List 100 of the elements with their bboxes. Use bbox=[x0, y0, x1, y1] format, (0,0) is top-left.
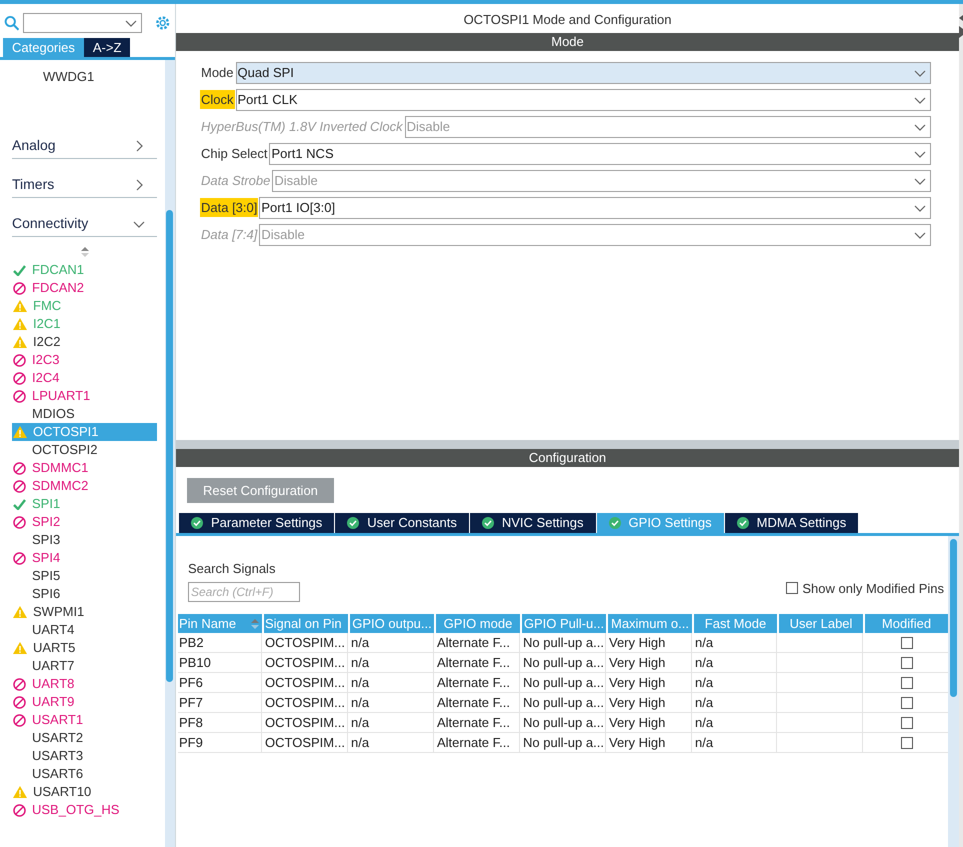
table-cell: Very High bbox=[608, 733, 692, 752]
warning-icon bbox=[13, 336, 27, 348]
table-cell: n/a bbox=[350, 713, 434, 732]
search-field[interactable]: Search (Ctrl+F) bbox=[188, 582, 300, 602]
column-header[interactable]: GPIO outpu... bbox=[350, 614, 434, 633]
sidebar-tab[interactable]: A->Z bbox=[84, 38, 130, 57]
peripheral-item[interactable]: LPUART1 bbox=[12, 387, 157, 405]
checkbox[interactable] bbox=[900, 656, 912, 668]
check-circle-icon bbox=[191, 517, 203, 529]
peripheral-item[interactable]: SPI1 bbox=[12, 495, 157, 513]
column-header[interactable]: Fast Mode bbox=[694, 614, 777, 633]
blocked-icon bbox=[13, 516, 26, 528]
table-cell: OCTOSPIM... bbox=[264, 633, 348, 652]
blocked-icon bbox=[13, 552, 26, 564]
table-cell: PF6 bbox=[178, 673, 262, 692]
dropdown-field[interactable]: Port1 NCS bbox=[269, 142, 931, 164]
settings-icon[interactable] bbox=[154, 14, 172, 32]
field-label: HyperBus(TM) 1.8V Inverted Clock bbox=[200, 118, 404, 136]
peripheral-item[interactable]: USART2 bbox=[12, 729, 157, 747]
peripheral-item[interactable]: USB_OTG_HS bbox=[12, 801, 157, 819]
checkbox[interactable] bbox=[786, 582, 798, 594]
dropdown-field[interactable]: Port1 CLK bbox=[236, 88, 931, 110]
warning-icon bbox=[13, 786, 27, 798]
peripheral-item[interactable]: OCTOSPI2 bbox=[12, 441, 157, 459]
table-cell: n/a bbox=[350, 673, 434, 692]
config-tab[interactable]: MDMA Settings bbox=[724, 513, 858, 533]
peripheral-item[interactable]: UART5 bbox=[12, 639, 157, 657]
blocked-icon bbox=[13, 372, 26, 384]
column-header[interactable]: Maximum o... bbox=[608, 614, 692, 633]
search-icon[interactable] bbox=[4, 15, 20, 31]
config-tab[interactable]: Parameter Settings bbox=[179, 513, 334, 533]
sidebar-tab[interactable]: Categories bbox=[3, 38, 84, 57]
checkbox[interactable] bbox=[900, 696, 912, 708]
checkbox[interactable] bbox=[900, 676, 912, 688]
peripheral-item[interactable]: I2C2 bbox=[12, 333, 157, 351]
category-header[interactable]: Connectivity bbox=[12, 211, 157, 237]
sort-icon[interactable] bbox=[80, 247, 88, 257]
config-tab[interactable]: NVIC Settings bbox=[470, 513, 596, 533]
category-header[interactable]: Timers bbox=[12, 172, 157, 198]
field-label: Data [7:4] bbox=[200, 226, 258, 244]
reset-configuration-button[interactable]: Reset Configuration bbox=[187, 478, 334, 503]
peripheral-item[interactable]: USART6 bbox=[12, 765, 157, 783]
table-cell: No pull-up a... bbox=[522, 633, 606, 652]
table-cell: Alternate F... bbox=[436, 713, 520, 732]
category-header[interactable]: Analog bbox=[12, 133, 157, 159]
warning-icon bbox=[13, 606, 27, 618]
peripheral-item[interactable]: SDMMC2 bbox=[12, 477, 157, 495]
search-field[interactable] bbox=[23, 13, 142, 33]
column-header[interactable]: GPIO Pull-u... bbox=[522, 614, 606, 633]
table-cell: n/a bbox=[694, 673, 777, 692]
checkbox-label: Show only Modified Pins bbox=[802, 580, 944, 598]
peripheral-item[interactable]: MDIOS bbox=[12, 405, 157, 423]
table-cell: No pull-up a... bbox=[522, 713, 606, 732]
checkbox[interactable] bbox=[900, 636, 912, 648]
dropdown-field[interactable]: Port1 IO[3:0] bbox=[259, 196, 931, 218]
table-cell: n/a bbox=[350, 693, 434, 712]
peripheral-item[interactable]: FMC bbox=[12, 297, 157, 315]
section-header: Configuration bbox=[176, 449, 959, 467]
peripheral-item[interactable]: SPI6 bbox=[12, 585, 157, 603]
peripheral-item[interactable]: SWPMI1 bbox=[12, 603, 157, 621]
peripheral-item[interactable]: SPI2 bbox=[12, 513, 157, 531]
blocked-icon bbox=[13, 480, 26, 492]
table-cell: Alternate F... bbox=[436, 673, 520, 692]
table-cell: OCTOSPIM... bbox=[264, 653, 348, 672]
scrollbar-thumb[interactable] bbox=[166, 210, 173, 682]
scrollbar-thumb[interactable] bbox=[950, 539, 957, 697]
peripheral-item[interactable]: SPI3 bbox=[12, 531, 157, 549]
peripheral-item[interactable]: FDCAN2 bbox=[12, 279, 157, 297]
table-cell: No pull-up a... bbox=[522, 653, 606, 672]
peripheral-item[interactable]: SPI5 bbox=[12, 567, 157, 585]
table-cell: Alternate F... bbox=[436, 693, 520, 712]
column-header[interactable]: Pin Name bbox=[178, 614, 262, 633]
table-cell: Very High bbox=[608, 713, 692, 732]
peripheral-item[interactable]: UART4 bbox=[12, 621, 157, 639]
checkbox[interactable] bbox=[900, 716, 912, 728]
peripheral-item[interactable]: OCTOSPI1 bbox=[12, 423, 157, 441]
peripheral-item[interactable]: I2C3 bbox=[12, 351, 157, 369]
peripheral-item[interactable]: I2C1 bbox=[12, 315, 157, 333]
peripheral-item[interactable]: WWDG1 bbox=[12, 68, 157, 86]
column-header[interactable]: Modified bbox=[865, 614, 948, 633]
config-tab[interactable]: GPIO Settings bbox=[596, 513, 724, 533]
peripheral-item[interactable]: UART8 bbox=[12, 675, 157, 693]
peripheral-item[interactable]: SPI4 bbox=[12, 549, 157, 567]
peripheral-item[interactable]: SDMMC1 bbox=[12, 459, 157, 477]
peripheral-item[interactable]: FDCAN1 bbox=[12, 261, 157, 279]
peripheral-item[interactable]: USART3 bbox=[12, 747, 157, 765]
peripheral-item[interactable]: UART7 bbox=[12, 657, 157, 675]
column-header[interactable]: User Label bbox=[779, 614, 863, 633]
blocked-icon bbox=[13, 696, 26, 708]
config-tab[interactable]: User Constants bbox=[335, 513, 469, 533]
peripheral-item[interactable]: USART10 bbox=[12, 783, 157, 801]
column-header[interactable]: Signal on Pin bbox=[264, 614, 348, 633]
dropdown-field[interactable]: Quad SPI bbox=[236, 62, 931, 84]
table-cell: Very High bbox=[608, 693, 692, 712]
peripheral-item[interactable]: I2C4 bbox=[12, 369, 157, 387]
checkbox[interactable] bbox=[900, 736, 912, 748]
column-header[interactable]: GPIO mode bbox=[436, 614, 520, 633]
peripheral-item[interactable]: UART9 bbox=[12, 693, 157, 711]
peripheral-item[interactable]: USART1 bbox=[12, 711, 157, 729]
field-label: Data Strobe bbox=[200, 172, 272, 190]
